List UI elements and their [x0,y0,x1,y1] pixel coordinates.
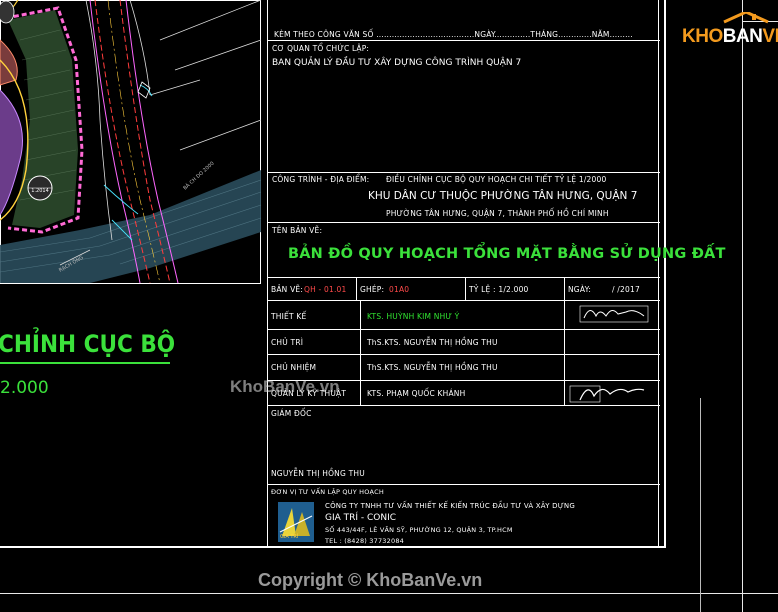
tb-vline [356,277,357,300]
cong-trinh-line2: KHU DÂN CƯ THUỘC PHƯỜNG TÂN HƯNG, QUẬN 7 [368,190,638,202]
ban-ve-value: QH - 01.01 [304,285,347,294]
giam-doc-name: NGUYỄN THỊ HỒNG THU [271,469,365,478]
cong-trinh-line3: PHƯỜNG TÂN HƯNG, QUẬN 7, THÀNH PHỐ HỒ CH… [386,209,609,218]
logo-text-ve: VE [762,26,778,47]
lot-label: 1.2014 [31,188,49,194]
ban-ve-label: BẢN VẼ: [271,285,304,294]
role-thiet-ke: THIẾT KẾ [271,312,307,321]
copyright-watermark: Copyright © KhoBanVe.vn [258,570,483,590]
watermark-mid: KhoBanVe.vn [230,377,340,396]
outer-frame-bottom [0,593,778,594]
ty-le: TỶ LỆ : 1/2.000 [469,285,529,294]
co-quan-label: CƠ QUAN TỔ CHỨC LẬP: [272,44,370,53]
tb-line [268,172,660,173]
signature-1 [579,305,649,323]
left-scale: 2.000 [0,378,49,398]
role-chu-tri: CHỦ TRÌ [271,338,304,347]
kem-theo-text: KÈM THEO CÔNG VĂN SỐ ...................… [274,30,633,39]
ghep-label: GHÉP: [360,285,385,294]
tb-vline [564,277,565,300]
tb-vline [564,300,565,405]
ngay-label: NGÀY: [568,285,592,294]
ghep-value: 01A0 [389,285,410,294]
tb-vline [360,300,361,405]
logo-text-ban: BAN [722,26,763,47]
company-line2: GIA TRÍ - CONIC [325,513,397,523]
title-block: KÈM THEO CÔNG VĂN SỐ ...................… [267,0,725,548]
tb-line [268,277,660,278]
co-quan-value: BAN QUẢN LÝ ĐẦU TƯ XÂY DỰNG CÔNG TRÌNH Q… [272,58,522,68]
cong-trinh-line1: ĐIỀU CHỈNH CỤC BỘ QUY HOẠCH CHI TIẾT TỶ … [386,175,607,184]
signature-2 [569,385,645,403]
tb-line [268,354,660,355]
map-drawing: BÁ CH DO 2000 RẠCH ÔNG 1.2014 [0,0,262,285]
left-title: CHỈNH CỤC BỘ [0,330,176,358]
left-title-underline [0,362,170,364]
giam-doc-label: GIÁM ĐỐC [271,409,312,418]
company-addr: SỐ 443/44F, LÊ VĂN SỸ, PHƯỜNG 12, QUẬN 3… [325,526,513,534]
khobanve-logo: KHOBANVE [680,12,778,48]
name-quan-ly: KTS. PHẠM QUỐC KHÁNH [367,389,466,398]
ten-ban-ve-value: BẢN ĐỒ QUY HOẠCH TỔNG MẶT BẰNG SỬ DỤNG Đ… [288,246,726,262]
name-chu-nhiem: ThS.KTS. NGUYỄN THỊ HỒNG THU [367,363,498,372]
tb-line [268,484,660,485]
name-chu-tri: ThS.KTS. NGUYỄN THỊ HỒNG THU [367,338,498,347]
company-line1: CÔNG TY TNHH TƯ VẤN THIẾT KẾ KIẾN TRÚC Đ… [325,502,575,510]
tb-line [268,222,660,223]
don-vi-label: ĐƠN VỊ TƯ VẤN LẬP QUY HOẠCH [271,488,385,496]
tb-line [268,300,660,301]
cong-trinh-label: CÔNG TRÌNH - ĐỊA ĐIỂM: [272,175,370,184]
outer-frame-inner-v [700,398,701,612]
tb-line [268,40,660,41]
company-tel: TEL : (8428) 37732084 [325,537,404,545]
tb-vline [465,277,466,300]
ten-ban-ve-label: TÊN BẢN VẼ: [272,226,323,235]
logo-text-kho: KHO [682,26,723,47]
outer-frame-right [742,0,743,612]
name-thiet-ke: KTS. HUỲNH KIM NHƯ Ý [367,312,460,321]
tb-line [268,329,660,330]
ngay-value: / /2017 [612,285,640,294]
company-logo-text: GIA TRÍ [280,534,299,540]
role-chu-nhiem: CHỦ NHIỆM [271,363,317,372]
